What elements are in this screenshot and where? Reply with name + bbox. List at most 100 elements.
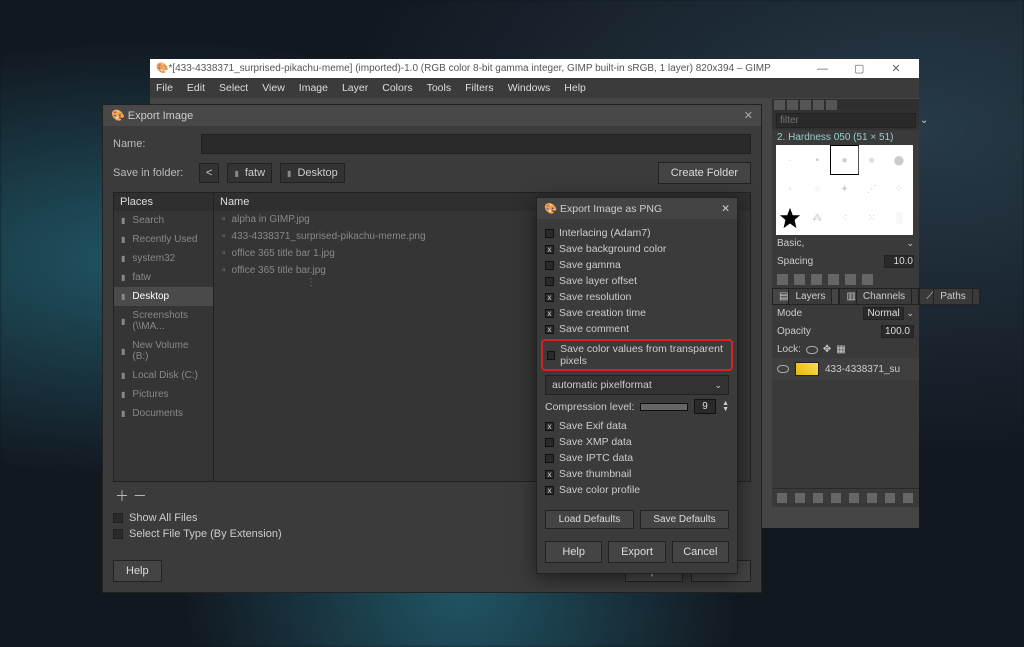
pane-resize-handle[interactable]: ⋮ [306,277,317,288]
save-transparent-pixels-option[interactable]: Save color values from transparent pixel… [541,339,733,371]
close-button[interactable]: ✕ [879,62,913,75]
opacity-value[interactable]: 100.0 [881,325,914,338]
brush-grid[interactable]: ·•●●● ◦○✦⋰⁘ ⁂⁖⁙░ [776,145,913,235]
compression-value[interactable]: 9 [694,399,716,414]
new-brush-icon[interactable] [794,274,805,285]
png-option-checkbox[interactable] [545,229,554,238]
png-meta-checkbox[interactable]: x [545,470,554,479]
png-option-checkbox[interactable] [545,277,554,286]
png-option[interactable]: Interlacing (Adam7) [545,225,729,241]
menu-view[interactable]: View [262,82,285,94]
dup-layer-icon[interactable] [849,493,859,503]
visibility-eye-icon[interactable] [777,365,789,373]
png-option[interactable]: Save gamma [545,257,729,273]
chevron-down-icon[interactable]: ⌄ [906,238,914,249]
places-item[interactable]: fatw [114,268,213,287]
png-export-button[interactable]: Export [608,541,665,563]
png-option-checkbox[interactable]: x [545,245,554,254]
crumb-folder-2[interactable]: Desktop [280,163,345,183]
png-cancel-button[interactable]: Cancel [672,541,729,563]
menu-select[interactable]: Select [219,82,248,94]
png-option[interactable]: xSave background color [545,241,729,257]
menu-image[interactable]: Image [299,82,328,94]
lock-alpha-icon[interactable]: ▦ [836,344,845,355]
layer-row[interactable]: 433-4338371_su [772,358,919,380]
png-meta-option[interactable]: xSave thumbnail [545,466,729,482]
edit-brush-icon[interactable] [777,274,788,285]
merge-layer-icon[interactable] [867,493,877,503]
brush-scrollbar[interactable] [907,145,913,235]
dock-top-tabs[interactable] [772,99,919,111]
maximize-button[interactable]: ▢ [842,62,876,75]
lower-layer-icon[interactable] [831,493,841,503]
filter-dropdown-icon[interactable]: ⌄ [916,115,928,126]
save-transparent-pixels-checkbox[interactable] [547,351,555,360]
crumb-back-button[interactable]: < [199,163,219,183]
png-meta-checkbox[interactable]: x [545,486,554,495]
png-option-checkbox[interactable]: x [545,293,554,302]
png-meta-option[interactable]: Save IPTC data [545,450,729,466]
menu-filters[interactable]: Filters [465,82,494,94]
open-brush-icon[interactable] [862,274,873,285]
del-brush-icon[interactable] [828,274,839,285]
dialog-close-icon[interactable]: ✕ [744,109,753,122]
places-item[interactable]: New Volume (B:) [114,336,213,366]
png-meta-option[interactable]: xSave color profile [545,482,729,498]
places-item[interactable]: Local Disk (C:) [114,366,213,385]
lock-pixels-icon[interactable] [806,346,818,354]
png-option[interactable]: Save layer offset [545,273,729,289]
anchor-layer-icon[interactable] [885,493,895,503]
dup-brush-icon[interactable] [811,274,822,285]
places-item[interactable]: system32 [114,249,213,268]
tab-paths[interactable]: ⟋Paths [919,288,980,305]
png-meta-checkbox[interactable] [545,454,554,463]
refresh-brush-icon[interactable] [845,274,856,285]
filetype-expander[interactable] [113,529,123,539]
filename-input[interactable] [201,134,751,154]
minimize-button[interactable]: — [805,63,839,75]
menu-colors[interactable]: Colors [382,82,412,94]
places-add-button[interactable]: ＋ [115,488,129,504]
places-remove-button[interactable]: － [133,488,147,504]
png-option[interactable]: xSave creation time [545,305,729,321]
png-meta-option[interactable]: Save XMP data [545,434,729,450]
tab-layers[interactable]: ▤Layers [772,288,839,305]
menu-windows[interactable]: Windows [508,82,551,94]
places-item[interactable]: Pictures [114,385,213,404]
menu-help[interactable]: Help [564,82,586,94]
png-option[interactable]: xSave resolution [545,289,729,305]
export-help-button[interactable]: Help [113,560,162,582]
png-meta-checkbox[interactable] [545,438,554,447]
load-defaults-button[interactable]: Load Defaults [545,510,634,529]
delete-layer-icon[interactable] [903,493,913,503]
places-item[interactable]: Search [114,211,213,230]
new-layer-icon[interactable] [777,493,787,503]
places-item[interactable]: Screenshots (\\MA... [114,306,213,336]
save-defaults-button[interactable]: Save Defaults [640,510,729,529]
compression-step-down[interactable]: ▼ [722,407,729,413]
png-meta-option[interactable]: xSave Exif data [545,418,729,434]
basic-preset-label[interactable]: Basic, [777,238,804,249]
places-item[interactable]: Documents [114,404,213,423]
crumb-folder-1[interactable]: fatw [227,163,272,183]
spacing-input[interactable] [884,255,914,268]
lock-position-icon[interactable]: ✥ [823,344,831,355]
png-option[interactable]: xSave comment [545,321,729,337]
brush-filter-input[interactable] [776,113,916,128]
places-item[interactable]: Desktop [114,287,213,306]
png-option-checkbox[interactable]: x [545,309,554,318]
png-help-button[interactable]: Help [545,541,602,563]
mode-select[interactable]: Normal [863,307,903,320]
menu-edit[interactable]: Edit [187,82,205,94]
menu-file[interactable]: File [156,82,173,94]
show-all-checkbox[interactable] [113,513,123,523]
tab-channels[interactable]: ▥Channels [839,288,919,305]
png-option-checkbox[interactable]: x [545,325,554,334]
raise-layer-icon[interactable] [813,493,823,503]
menu-layer[interactable]: Layer [342,82,368,94]
layer-group-icon[interactable] [795,493,805,503]
png-option-checkbox[interactable] [545,261,554,270]
menu-tools[interactable]: Tools [427,82,452,94]
compression-slider[interactable] [640,403,688,411]
places-item[interactable]: Recently Used [114,230,213,249]
